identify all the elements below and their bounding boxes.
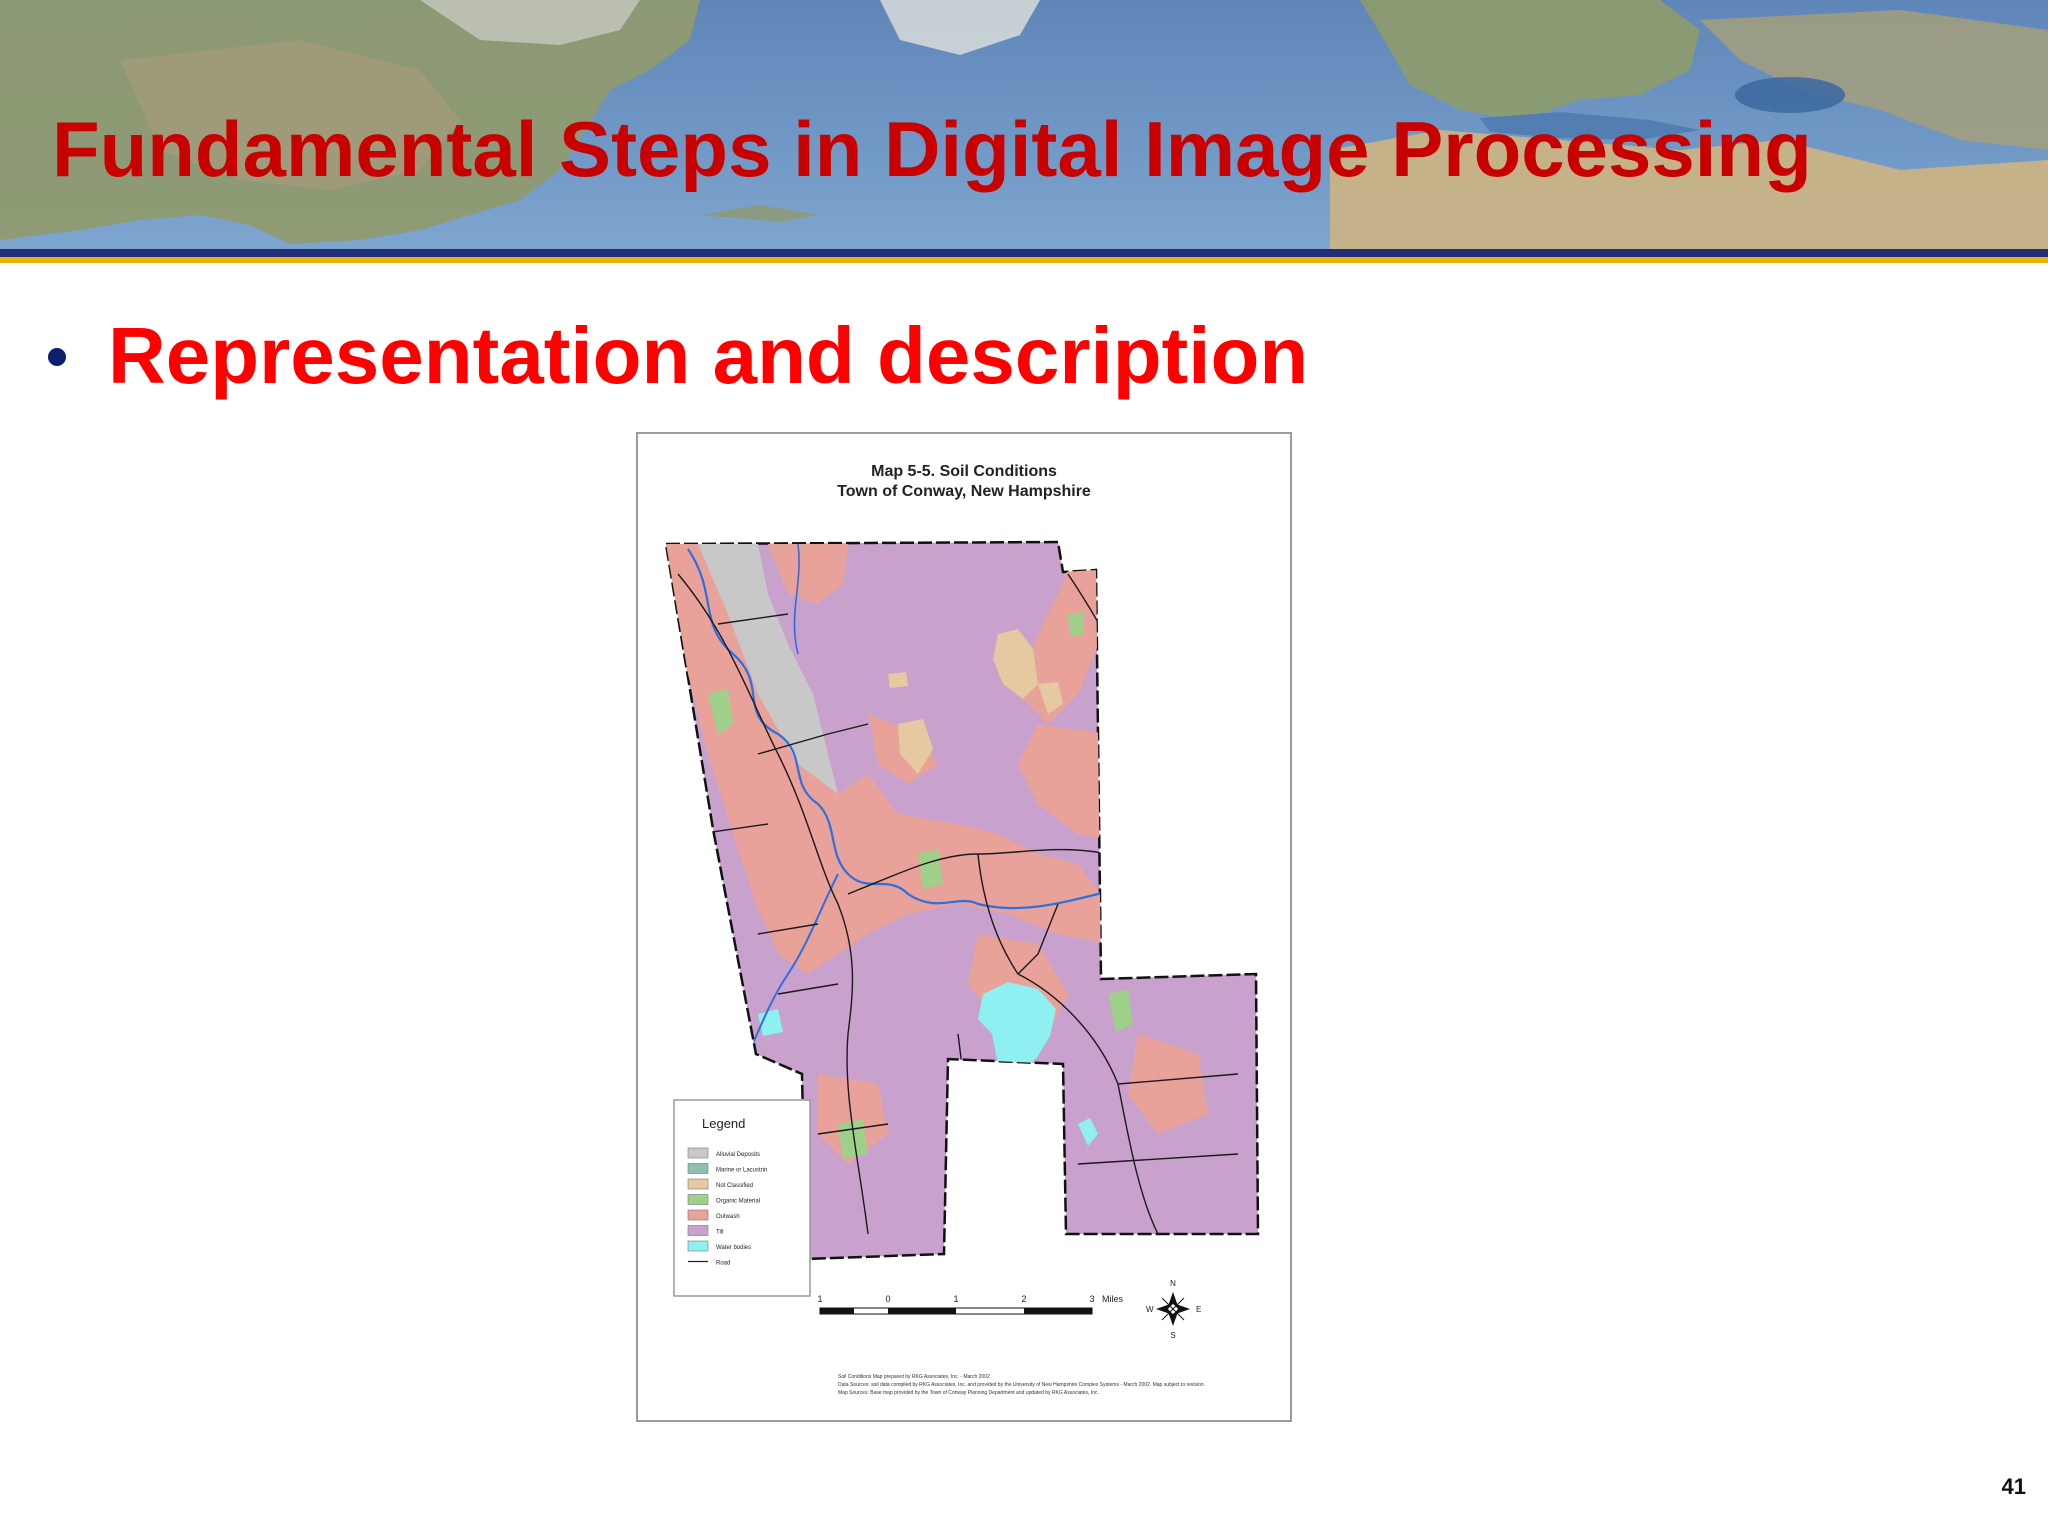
scale-label: 1 [953, 1294, 958, 1304]
credit-line: Data Sources: soil data compiled by RKG … [838, 1382, 1205, 1388]
map-legend: Legend Alluvial Deposits Marine or Lacust… [673, 1099, 811, 1297]
scale-label: 3 [1089, 1294, 1094, 1304]
legend-swatch [687, 1178, 709, 1190]
scale-bar: 1 0 1 2 3 Miles [817, 1294, 1124, 1315]
legend-label: Not Classified [716, 1183, 753, 1189]
legend-swatch [687, 1225, 709, 1236]
slide-title: Fundamental Steps in Digital Image Proce… [52, 105, 1812, 193]
bullet-dot-icon [48, 347, 66, 366]
header-divider [0, 249, 2048, 265]
legend-label: Water bodies [716, 1245, 751, 1251]
compass-north: N [1170, 1279, 1176, 1288]
legend-label: Till [716, 1230, 723, 1236]
compass-east: E [1196, 1305, 1201, 1314]
legend-label: Organic Material [716, 1199, 760, 1205]
divider-gold-stripe [0, 257, 2048, 263]
compass-rose-icon: N S E W [1146, 1279, 1201, 1340]
credit-line: Soil Conditions Map prepared by RKG Asso… [838, 1374, 990, 1380]
legend-label: Outwash [716, 1214, 740, 1220]
legend-swatch [687, 1194, 709, 1205]
legend-label: Road [716, 1261, 730, 1267]
scale-label: 0 [885, 1294, 890, 1304]
legend-heading: Legend [702, 1116, 745, 1131]
divider-navy-stripe [0, 249, 2048, 257]
map-credits: Soil Conditions Map prepared by RKG Asso… [838, 1374, 1205, 1396]
bullet-item: Representation and description [48, 310, 1308, 402]
map-title-line2: Town of Conway, New Hampshire [837, 483, 1091, 500]
legend-swatch [687, 1240, 709, 1252]
soil-map-figure: Map 5-5. Soil Conditions Town of Conway,… [636, 432, 1292, 1422]
map-title-line1: Map 5-5. Soil Conditions [871, 463, 1057, 480]
compass-west: W [1146, 1305, 1154, 1314]
scale-unit: Miles [1102, 1294, 1124, 1304]
legend-swatch [687, 1147, 709, 1159]
legend-swatch [687, 1163, 709, 1174]
bullet-text: Representation and description [108, 311, 1309, 400]
compass-south: S [1170, 1331, 1175, 1340]
page-number: 41 [2001, 1474, 2026, 1499]
credit-line: Map Sources: Base map provided by the To… [838, 1390, 1099, 1396]
scale-label: 2 [1021, 1294, 1026, 1304]
scale-label: 1 [817, 1294, 822, 1304]
legend-label: Alluvial Deposits [716, 1152, 760, 1158]
legend-swatch [687, 1209, 709, 1221]
legend-label: Marine or Lacustrin [716, 1168, 767, 1174]
soil-map-svg: Map 5-5. Soil Conditions Town of Conway,… [664, 463, 1260, 1396]
